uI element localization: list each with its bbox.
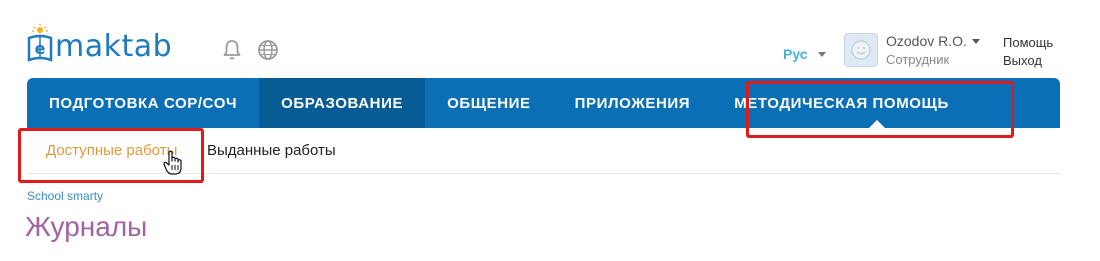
nav-item-communication[interactable]: ОБЩЕНИЕ: [425, 78, 553, 128]
avatar[interactable]: [844, 33, 878, 67]
user-name: Ozodov R.O.: [886, 33, 967, 49]
user-role: Сотрудник: [886, 52, 950, 67]
help-link[interactable]: Помощь: [1003, 35, 1053, 50]
logout-link[interactable]: Выход: [1003, 53, 1042, 68]
nav-item-label: ОБЩЕНИЕ: [447, 94, 531, 112]
nav-item-sor-soch[interactable]: ПОДГОТОВКА СОР/СОЧ: [27, 78, 259, 128]
maktab-logo[interactable]: e maktab: [27, 18, 172, 64]
chevron-down-icon: [817, 51, 826, 57]
nav-item-applications[interactable]: ПРИЛОЖЕНИЯ: [553, 78, 713, 128]
chevron-down-icon: [971, 38, 980, 44]
language-label: Рус: [783, 46, 808, 62]
user-menu[interactable]: Ozodov R.O.: [886, 33, 980, 49]
breadcrumb[interactable]: School smarty: [27, 189, 103, 203]
nav-item-label: ПОДГОТОВКА СОР/СОЧ: [49, 94, 238, 112]
page-title: Журналы: [25, 211, 148, 242]
logo-text: maktab: [55, 29, 173, 64]
bell-icon[interactable]: [220, 38, 244, 62]
logo-letter: e: [35, 39, 46, 58]
logo-emblem-icon: e: [27, 24, 53, 64]
nav-item-label: ПРИЛОЖЕНИЯ: [574, 94, 691, 112]
smiley-avatar-icon: [851, 40, 871, 60]
nav-item-education[interactable]: ОБРАЗОВАНИЕ: [259, 78, 426, 128]
highlight-box-subnav: [18, 128, 204, 183]
subnav-item-issued-works[interactable]: Выданные работы: [207, 142, 336, 159]
highlight-box-nav: [746, 81, 1014, 138]
language-selector[interactable]: Рус: [783, 46, 826, 62]
nav-item-label: ОБРАЗОВАНИЕ: [281, 94, 404, 112]
globe-icon[interactable]: [256, 38, 280, 62]
